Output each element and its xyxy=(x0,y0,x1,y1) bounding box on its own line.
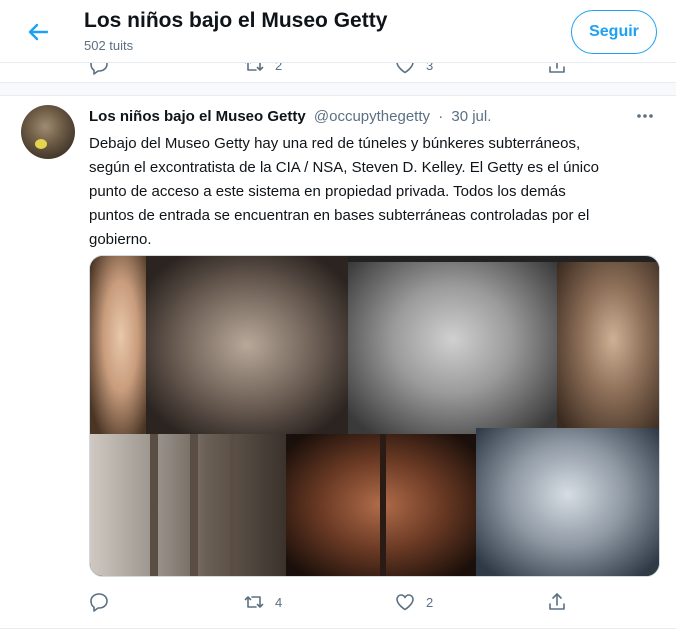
tweet-count: 502 tuits xyxy=(84,38,134,53)
child-face-photo xyxy=(146,256,348,434)
retweet-count: 4 xyxy=(275,594,283,610)
retweet-icon xyxy=(243,591,265,613)
tweet-text: Debajo del Museo Getty hay una red de tú… xyxy=(89,135,599,248)
back-arrow-icon[interactable] xyxy=(22,16,54,48)
child-face-photo xyxy=(557,262,659,434)
bottom-divider xyxy=(0,628,676,629)
tweet-header: Los niños bajo el Museo Getty @occupythe… xyxy=(89,108,491,125)
like-count: 2 xyxy=(426,594,434,610)
reply-button[interactable] xyxy=(88,591,120,613)
prison-bar xyxy=(380,434,386,576)
more-icon[interactable] xyxy=(630,106,660,126)
child-behind-bars-photo xyxy=(90,434,286,576)
prison-bar xyxy=(150,434,158,576)
tweet-divider xyxy=(0,82,676,96)
like-button[interactable]: 2 xyxy=(394,591,433,613)
reply-icon xyxy=(88,591,110,613)
follow-button[interactable]: Seguir xyxy=(571,10,657,54)
avatar-flower-detail xyxy=(35,139,47,149)
author-name[interactable]: Los niños bajo el Museo Getty xyxy=(89,108,306,125)
retweet-button[interactable]: 4 xyxy=(243,591,282,613)
prison-bar xyxy=(230,434,238,576)
tweet-timestamp[interactable]: 30 jul. xyxy=(451,108,491,125)
share-icon xyxy=(546,591,568,613)
dot-separator: · xyxy=(438,108,444,125)
avatar[interactable] xyxy=(21,105,75,159)
profile-header: Los niños bajo el Museo Getty 502 tuits … xyxy=(0,0,676,63)
share-button[interactable] xyxy=(546,591,568,613)
tweet-actions: 4 2 xyxy=(0,585,676,621)
child-face-photo xyxy=(90,256,146,434)
page-title: Los niños bajo el Museo Getty xyxy=(84,9,388,32)
like-icon xyxy=(394,591,416,613)
tweet-image[interactable] xyxy=(89,255,660,577)
child-face-photo xyxy=(348,262,557,434)
child-face-photo xyxy=(476,428,659,576)
prison-bar xyxy=(190,434,198,576)
author-handle[interactable]: @occupythegetty xyxy=(314,108,430,125)
